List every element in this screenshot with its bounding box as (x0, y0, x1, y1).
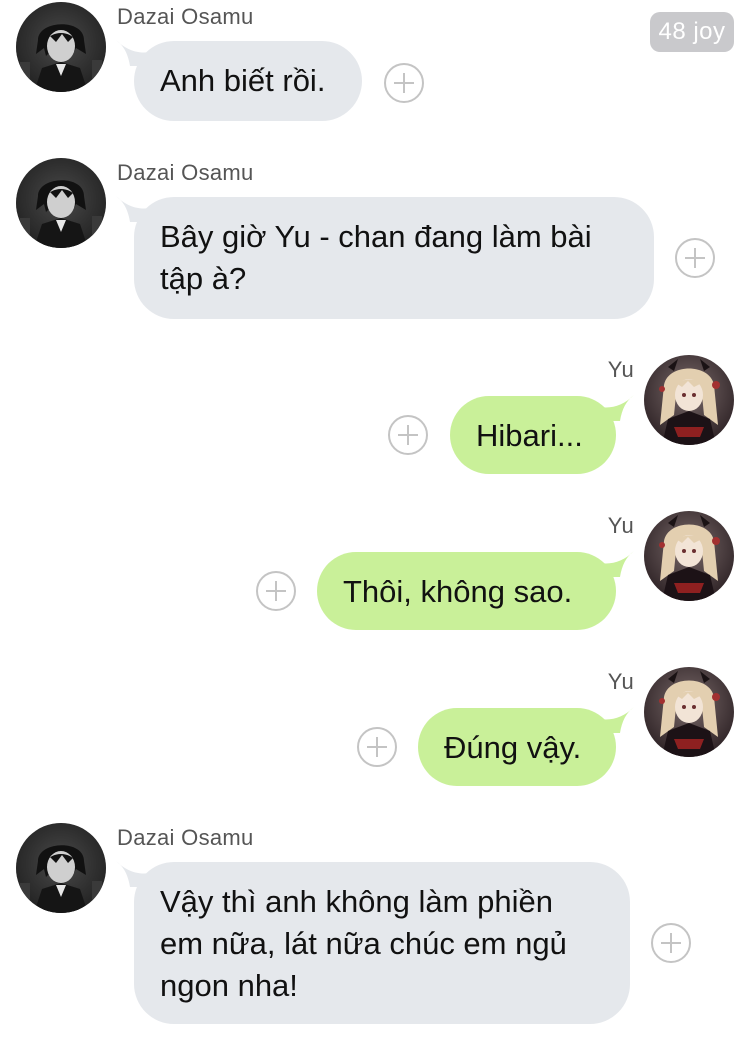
sender-name: Yu (607, 669, 634, 694)
sender-name: Yu (607, 357, 634, 382)
message-bubble[interactable]: Đúng vậy. (418, 708, 616, 786)
plus-circle-icon[interactable] (357, 727, 397, 767)
plus-circle-icon[interactable] (651, 923, 691, 963)
plus-circle-icon[interactable] (388, 415, 428, 455)
plus-circle-icon[interactable] (384, 63, 424, 103)
plus-circle-icon[interactable] (675, 238, 715, 278)
dazai-avatar[interactable] (16, 823, 106, 913)
dazai-avatar[interactable] (16, 2, 106, 92)
joy-counter-badge: 48 joy (650, 12, 734, 52)
message-bubble[interactable]: Thôi, không sao. (317, 552, 616, 630)
message-bubble[interactable]: Anh biết rồi. (134, 41, 362, 121)
sender-name: Dazai Osamu (117, 160, 254, 185)
yu-avatar[interactable] (644, 355, 734, 445)
message-bubble[interactable]: Hibari... (450, 396, 616, 474)
dazai-avatar[interactable] (16, 158, 106, 248)
sender-name: Dazai Osamu (117, 825, 254, 850)
yu-avatar[interactable] (644, 667, 734, 757)
plus-circle-icon[interactable] (256, 571, 296, 611)
sender-name: Yu (607, 513, 634, 538)
sender-name: Dazai Osamu (117, 4, 254, 29)
message-bubble[interactable]: Vậy thì anh không làm phiền em nữa, lát … (134, 862, 630, 1024)
message-bubble[interactable]: Bây giờ Yu - chan đang làm bài tập à? (134, 197, 654, 319)
yu-avatar[interactable] (644, 511, 734, 601)
